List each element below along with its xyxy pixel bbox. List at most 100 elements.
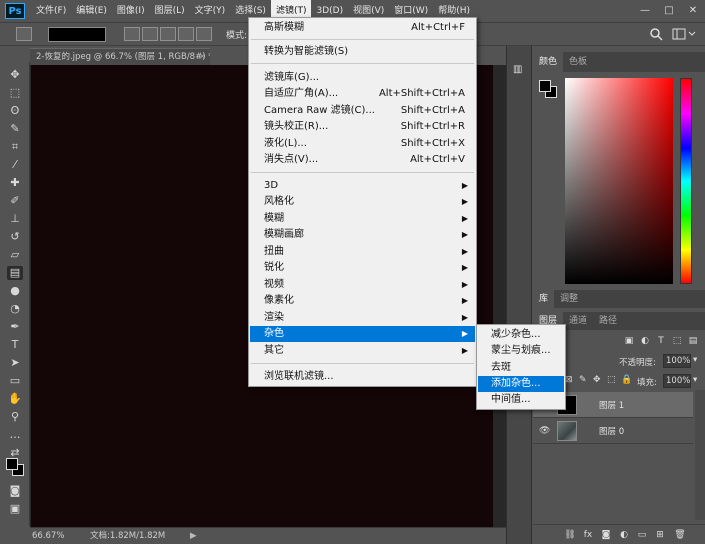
workspace-icon[interactable] (671, 27, 699, 43)
status-menu-arrow-icon[interactable]: ▶ (190, 528, 197, 544)
menu-item-browse-online-filters[interactable]: 浏览联机滤镜... (250, 369, 475, 385)
menu-item-blur-gallery[interactable]: 模糊画廊 ▶ (250, 227, 475, 243)
dodge-tool-icon[interactable]: ◔ (7, 302, 23, 316)
menu-item-render[interactable]: 渲染 ▶ (250, 310, 475, 326)
type-tool-icon[interactable]: T (7, 338, 23, 352)
menu-item-blur[interactable]: 模糊 ▶ (250, 211, 475, 227)
layer-row-0[interactable]: 👁 图层 0 (533, 418, 693, 444)
visibility-eye-icon[interactable]: 👁 (539, 426, 551, 436)
adjustment-layer-icon[interactable]: ◐ (617, 528, 631, 542)
eyedropper-tool-icon[interactable]: ⁄ (7, 158, 23, 172)
clone-stamp-tool-icon[interactable]: ⊥ (7, 212, 23, 226)
blur-tool-icon[interactable]: ● (7, 284, 23, 298)
menu-item-median[interactable]: 中间值... (478, 392, 564, 408)
link-layers-icon[interactable]: ⛓ (563, 528, 577, 542)
lock-position-icon[interactable]: ✥ (593, 375, 604, 387)
minimize-button[interactable]: — (633, 0, 657, 20)
tab-paths[interactable]: 路径 (593, 312, 623, 330)
reflected-gradient-button[interactable] (178, 27, 194, 41)
zoom-tool-icon[interactable]: ⚲ (7, 410, 23, 424)
menu-item-convert-smart-filter[interactable]: 转换为智能滤镜(S) (250, 44, 475, 60)
menu-item-video[interactable]: 视频 ▶ (250, 277, 475, 293)
menu-item-add-noise[interactable]: 添加杂色... (478, 376, 564, 392)
marquee-tool-icon[interactable]: ⬚ (7, 86, 23, 100)
filter-smart-object-icon[interactable]: ▤ (687, 334, 699, 348)
menu-item-other[interactable]: 其它 ▶ (250, 343, 475, 359)
zoom-level[interactable]: 66.67% (32, 528, 64, 544)
tab-adjustments[interactable]: 调整 (554, 290, 584, 308)
history-panel-icon[interactable]: ▥ (513, 64, 527, 78)
lock-transparency-icon[interactable]: ⊠ (565, 375, 576, 387)
angle-gradient-button[interactable] (160, 27, 176, 41)
brush-tool-icon[interactable]: ✐ (7, 194, 23, 208)
menu-item-pixelate[interactable]: 像素化 ▶ (250, 293, 475, 309)
screen-mode-icon[interactable]: ▣ (7, 502, 23, 516)
menu-item-lens-correction[interactable]: 镜头校正(R)... Shift+Ctrl+R (250, 119, 475, 135)
menu-file[interactable]: 文件(F) (31, 0, 71, 22)
rectangle-tool-icon[interactable]: ▭ (7, 374, 23, 388)
opacity-input[interactable]: 100% (663, 354, 691, 368)
menu-item-stylize[interactable]: 风格化 ▶ (250, 194, 475, 210)
eraser-tool-icon[interactable]: ▱ (7, 248, 23, 262)
pen-tool-icon[interactable]: ✒ (7, 320, 23, 334)
lock-artboard-icon[interactable]: ⬚ (607, 375, 618, 387)
menu-edit[interactable]: 编辑(E) (71, 0, 112, 22)
panel-foreground-swatch[interactable] (539, 80, 551, 92)
new-group-icon[interactable]: ▭ (635, 528, 649, 542)
fill-input[interactable]: 100% (663, 374, 691, 388)
menu-item-sharpen[interactable]: 锐化 ▶ (250, 260, 475, 276)
document-tab[interactable]: 2-恢复的.jpeg @ 66.7% (图层 1, RGB/8#) * × (30, 48, 210, 65)
tool-preset-picker[interactable] (16, 27, 32, 41)
tab-channels[interactable]: 通道 (563, 312, 593, 330)
menu-item-despeckle[interactable]: 去斑 (478, 360, 564, 376)
gradient-picker[interactable] (48, 27, 106, 42)
menu-item-liquify[interactable]: 液化(L)... Shift+Ctrl+X (250, 136, 475, 152)
menu-item-filter-gallery[interactable]: 滤镜库(G)... (250, 70, 475, 86)
history-brush-tool-icon[interactable]: ↺ (7, 230, 23, 244)
foreground-color-swatch[interactable] (6, 458, 18, 470)
lock-all-icon[interactable]: 🔒 (621, 375, 632, 387)
menu-item-adaptive-wide-angle[interactable]: 自适应广角(A)... Alt+Shift+Ctrl+A (250, 86, 475, 102)
filter-shape-icon[interactable]: ⬚ (671, 334, 683, 348)
menu-item-reduce-noise[interactable]: 减少杂色... (478, 327, 564, 343)
hue-slider[interactable] (680, 78, 692, 284)
new-layer-icon[interactable]: ⊞ (653, 528, 667, 542)
quick-mask-icon[interactable]: ◙ (7, 484, 23, 498)
filter-type-icon[interactable]: T (655, 334, 667, 348)
fill-dropdown-icon[interactable]: ▾ (693, 375, 697, 385)
move-tool-icon[interactable]: ✥ (7, 68, 23, 82)
lasso-tool-icon[interactable]: ʘ (7, 104, 23, 118)
add-mask-icon[interactable]: ◙ (599, 528, 613, 542)
gradient-tool-icon[interactable]: ▤ (7, 266, 23, 280)
search-icon[interactable] (649, 27, 665, 43)
menu-type[interactable]: 文字(Y) (190, 0, 231, 22)
menu-item-camera-raw[interactable]: Camera Raw 滤镜(C)... Shift+Ctrl+A (250, 103, 475, 119)
path-select-tool-icon[interactable]: ➤ (7, 356, 23, 370)
menu-item-distort[interactable]: 扭曲 ▶ (250, 244, 475, 260)
maximize-button[interactable]: □ (657, 0, 681, 20)
lock-pixels-icon[interactable]: ✎ (579, 375, 590, 387)
close-tab-icon[interactable]: × (199, 49, 206, 65)
menu-layer[interactable]: 图层(L) (150, 0, 190, 22)
close-button[interactable]: ✕ (681, 0, 705, 20)
menu-item-gaussian-blur[interactable]: 高斯模糊 Alt+Ctrl+F (250, 20, 475, 36)
delete-layer-icon[interactable]: 🗑 (673, 528, 687, 542)
more-tools-icon[interactable]: … (7, 428, 23, 442)
diamond-gradient-button[interactable] (196, 27, 212, 41)
opacity-dropdown-icon[interactable]: ▾ (693, 355, 697, 365)
color-field[interactable] (565, 78, 673, 284)
tab-color[interactable]: 颜色 (533, 52, 564, 72)
menu-item-dust-scratches[interactable]: 蒙尘与划痕... (478, 343, 564, 359)
filter-adjustment-icon[interactable]: ◐ (639, 334, 651, 348)
healing-brush-tool-icon[interactable]: ✚ (7, 176, 23, 190)
layer-style-icon[interactable]: fx (581, 528, 595, 542)
crop-tool-icon[interactable]: ⌗ (7, 140, 23, 154)
filter-pixel-icon[interactable]: ▣ (623, 334, 635, 348)
tab-libraries[interactable]: 库 (533, 290, 555, 308)
quick-select-tool-icon[interactable]: ✎ (7, 122, 23, 136)
tab-swatches[interactable]: 色板 (563, 52, 593, 72)
hand-tool-icon[interactable]: ✋ (7, 392, 23, 406)
radial-gradient-button[interactable] (142, 27, 158, 41)
menu-item-noise[interactable]: 杂色 ▶ (250, 326, 475, 342)
menu-item-vanishing-point[interactable]: 消失点(V)... Alt+Ctrl+V (250, 152, 475, 168)
